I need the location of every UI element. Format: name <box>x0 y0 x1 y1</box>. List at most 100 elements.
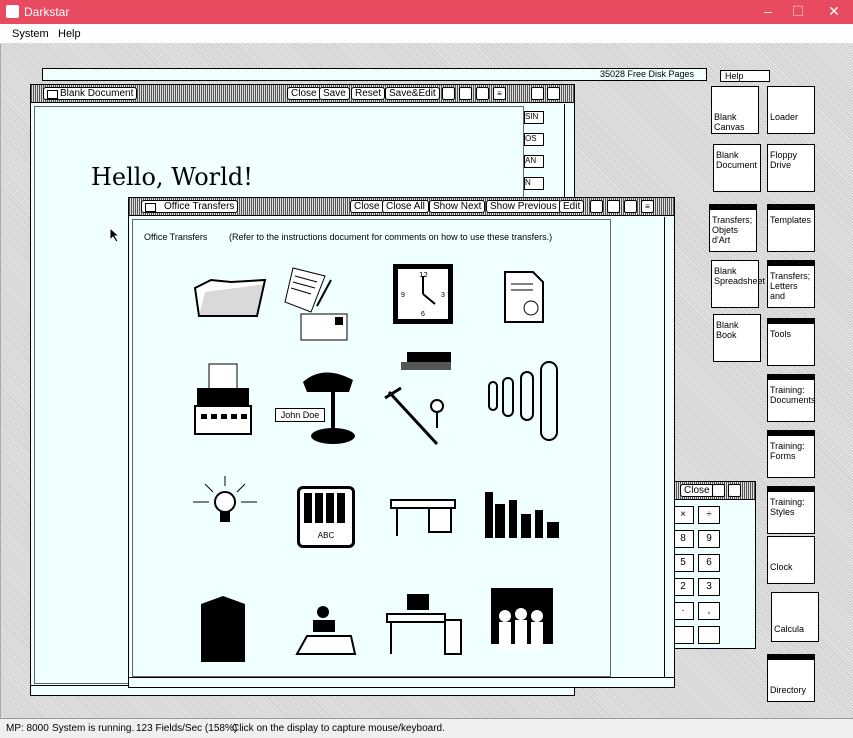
transfers-page-icon[interactable] <box>590 200 603 213</box>
menu-system[interactable]: System <box>12 28 49 40</box>
book-clipart-icon[interactable] <box>197 594 251 666</box>
calc-key[interactable]: , <box>698 602 720 620</box>
doc-extra-icon2[interactable] <box>547 87 560 100</box>
transfers-title[interactable]: Office Transfers <box>141 200 239 213</box>
folder-clipart-icon[interactable] <box>191 270 269 320</box>
doc-saveedit-button[interactable]: Save&Edit <box>385 87 440 100</box>
lightbulb-clipart-icon[interactable] <box>189 472 261 534</box>
minimize-button[interactable]: – <box>758 3 778 19</box>
calc-icon-b[interactable] <box>728 484 741 497</box>
calc-key[interactable]: 2 <box>672 578 694 596</box>
doc-reset-button[interactable]: Reset <box>351 87 386 100</box>
status-hint: Click on the display to capture mouse/ke… <box>232 723 445 734</box>
icon-label: Training: Documents <box>770 385 816 405</box>
document-clipart-icon[interactable] <box>503 270 547 324</box>
calc-key[interactable]: × <box>672 506 694 524</box>
menubar: System Help <box>0 24 853 44</box>
city-chart-clipart-icon[interactable] <box>481 486 561 542</box>
typewriter-clipart-icon[interactable] <box>193 362 253 438</box>
calc-close-button[interactable]: Close <box>680 484 714 497</box>
menu-help[interactable]: Help <box>58 28 81 40</box>
stapler-scissors-clipart-icon[interactable] <box>381 348 451 452</box>
directory-icon[interactable]: Directory <box>767 654 815 702</box>
floppy-drive-icon[interactable]: Floppy Drive <box>767 144 815 192</box>
doc-format-icon[interactable] <box>476 87 489 100</box>
calc-key[interactable]: ÷ <box>698 506 720 524</box>
status-fields: 123 Fields/Sec (158%) <box>136 723 238 734</box>
calculator-icon[interactable]: Calcula <box>771 592 819 642</box>
svg-text:9: 9 <box>401 292 405 299</box>
icon-label: Training: Styles <box>770 497 805 517</box>
transfers-showprev-button[interactable]: Show Previous <box>486 200 561 213</box>
mail-tray-clipart[interactable]: ABC <box>297 486 355 548</box>
calc-key[interactable] <box>698 626 720 644</box>
calc-key[interactable]: · <box>672 602 694 620</box>
mouse-cursor-icon <box>109 227 121 243</box>
transfers-menu-icon[interactable]: ≡ <box>641 200 654 213</box>
calc-key[interactable]: 5 <box>672 554 694 572</box>
doc-props-icon[interactable] <box>459 87 472 100</box>
cos-button[interactable]: OS <box>524 133 544 146</box>
nameplate: John Doe <box>275 408 325 422</box>
doc-menu-icon[interactable]: ≡ <box>493 87 506 100</box>
calc-icon-a[interactable] <box>712 484 725 497</box>
status-state: System is running. <box>52 723 135 734</box>
clock-clipart-icon[interactable]: 12 3 6 9 <box>391 262 455 326</box>
status-bar: MP: 8000 System is running. 123 Fields/S… <box>0 718 853 738</box>
blank-canvas-icon[interactable]: Blank Canvas <box>711 86 759 134</box>
transfers-close-button[interactable]: Close <box>350 200 384 213</box>
calc-key[interactable]: 8 <box>672 530 694 548</box>
icon-label: Loader <box>770 112 799 122</box>
loader-icon[interactable]: Loader <box>767 86 815 134</box>
transfers-vscroll[interactable] <box>664 217 674 677</box>
doc-page-icon[interactable] <box>442 87 455 100</box>
help-tab[interactable]: Help <box>720 70 770 82</box>
calc-key[interactable]: 6 <box>698 554 720 572</box>
window-title: Darkstar <box>24 5 70 19</box>
transfers-objets-icon[interactable]: Transfers; Objets d'Art <box>709 204 757 252</box>
transfers-letters-icon[interactable]: Transfers; Letters and <box>767 260 815 308</box>
transfers-page[interactable]: Office Transfers (Refer to the instructi… <box>132 219 611 677</box>
paperclips-clipart-icon[interactable] <box>485 358 563 444</box>
people-clipart-icon[interactable] <box>489 586 555 666</box>
transfers-hscroll[interactable] <box>129 677 674 687</box>
calc-key[interactable]: 3 <box>698 578 720 596</box>
tools-icon[interactable]: Tools <box>767 318 815 366</box>
clock-icon[interactable]: Clock <box>767 536 815 584</box>
calc-key[interactable] <box>672 626 694 644</box>
tan-button[interactable]: AN <box>524 155 544 168</box>
transfers-shownext-button[interactable]: Show Next <box>429 200 486 213</box>
training-forms-icon[interactable]: Training: Forms <box>767 430 815 478</box>
desk-lamp-clipart-icon[interactable] <box>273 352 373 452</box>
computer-desk-clipart-icon[interactable] <box>381 590 465 660</box>
desk-clipart-icon[interactable] <box>389 496 457 540</box>
maximize-button[interactable]: ☐ <box>788 3 808 20</box>
doc-extra-icon[interactable] <box>531 87 544 100</box>
worker-clipart-icon[interactable] <box>293 602 357 658</box>
transfers-closeall-button[interactable]: Close All <box>382 200 429 213</box>
office-transfers-window: Office Transfers Close Close All Show Ne… <box>128 197 675 688</box>
transfers-props-icon[interactable] <box>607 200 620 213</box>
templates-icon[interactable]: Templates <box>767 204 815 252</box>
ln-button[interactable]: N <box>524 177 544 190</box>
close-button[interactable]: ✕ <box>824 3 844 20</box>
training-documents-icon[interactable]: Training: Documents <box>767 374 816 422</box>
blank-spreadsheet-icon[interactable]: Blank Spreadsheet <box>711 260 765 308</box>
blank-document-icon[interactable]: Blank Document <box>713 144 761 192</box>
sin-button[interactable]: SIN <box>524 111 544 124</box>
svg-text:6: 6 <box>421 311 425 318</box>
blank-book-icon[interactable]: Blank Book <box>713 314 761 362</box>
transfers-edit-button[interactable]: Edit <box>559 200 585 213</box>
letter-pen-clipart-icon[interactable] <box>281 262 353 342</box>
doc-title[interactable]: Blank Document <box>43 87 138 100</box>
calc-title-strip: Close <box>662 482 755 500</box>
training-styles-icon[interactable]: Training: Styles <box>767 486 815 534</box>
doc-close-button[interactable]: Close <box>287 87 321 100</box>
icon-label: Floppy Drive <box>770 150 798 170</box>
icon-label: Training: Forms <box>770 441 805 461</box>
calc-key[interactable]: 9 <box>698 530 720 548</box>
desktop[interactable]: 35028 Free Disk Pages Help Blank Documen… <box>0 44 853 718</box>
doc-save-button[interactable]: Save <box>319 87 350 100</box>
transfers-format-icon[interactable] <box>624 200 637 213</box>
help-label: Help <box>725 71 744 81</box>
